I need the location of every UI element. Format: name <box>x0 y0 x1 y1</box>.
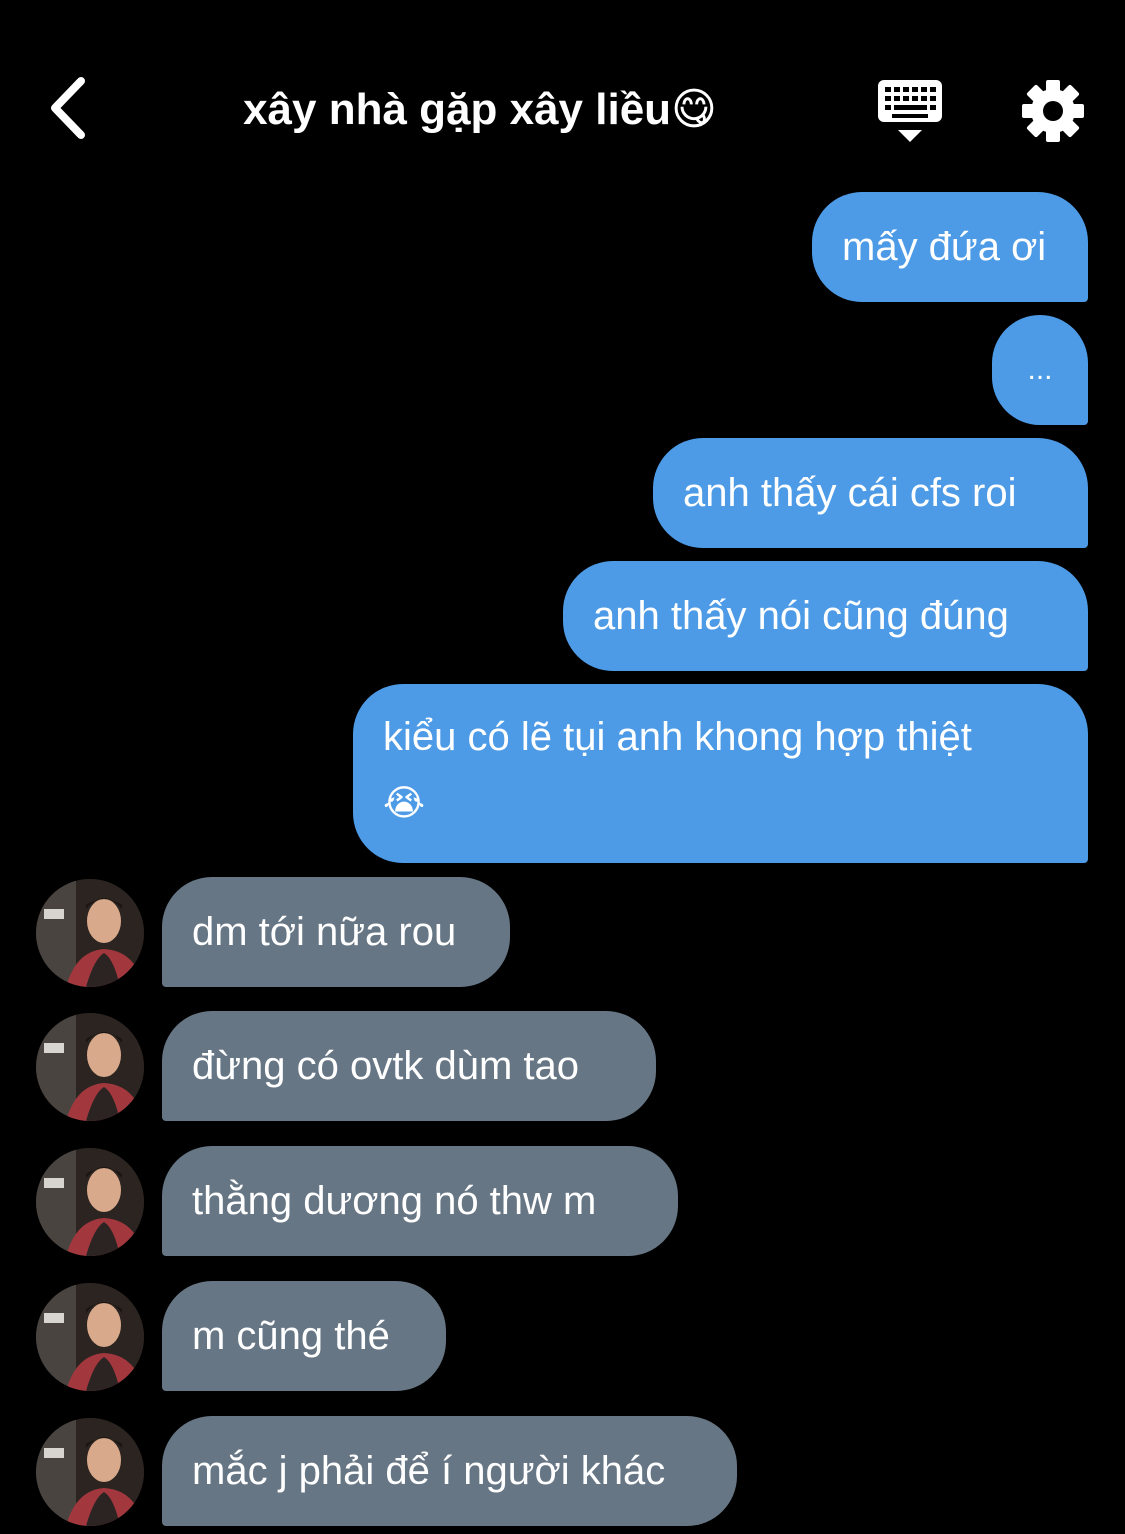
message-text: ... <box>1027 353 1053 386</box>
message-text: đừng có ovtk dùm tao <box>192 1044 579 1088</box>
outgoing-message-bubble[interactable]: mấy đứa ơi <box>812 192 1088 302</box>
avatar-photo-icon <box>36 1418 144 1526</box>
avatar[interactable] <box>36 1148 144 1256</box>
outgoing-message-bubble[interactable]: anh thấy nói cũng đúng <box>563 561 1088 671</box>
gear-icon <box>1022 80 1084 142</box>
avatar[interactable] <box>36 1283 144 1391</box>
incoming-message-bubble[interactable]: đừng có ovtk dùm tao <box>162 1011 656 1121</box>
avatar-photo-icon <box>36 1148 144 1256</box>
outgoing-message-bubble[interactable]: anh thấy cái cfs roi <box>653 438 1088 548</box>
avatar[interactable] <box>36 1013 144 1121</box>
emoji: 😭 <box>383 782 426 823</box>
chat-title: xây nhà gặp xây liều😋 <box>243 85 717 134</box>
incoming-message-row: thằng dương nó thw m <box>0 1146 1125 1256</box>
message-text: m cũng thé <box>192 1314 390 1358</box>
avatar-photo-icon <box>36 1013 144 1121</box>
keyboard-dismiss-icon <box>878 80 942 142</box>
incoming-message-bubble[interactable]: mắc j phải để í người khác <box>162 1416 737 1526</box>
message-text: anh thấy cái cfs roi <box>683 471 1017 515</box>
message-text: mấy đứa ơi <box>842 225 1047 269</box>
chat-header: xây nhà gặp xây liều😋 <box>0 0 1125 190</box>
avatar[interactable] <box>36 879 144 987</box>
keyboard-button[interactable] <box>872 76 948 146</box>
outgoing-message-bubble[interactable]: kiểu có lẽ tụi anh khong hợp thiệt 😭 <box>353 684 1088 863</box>
incoming-message-row: đừng có ovtk dùm tao <box>0 1011 1125 1121</box>
chevron-left-icon <box>51 77 85 139</box>
back-button[interactable] <box>30 68 110 148</box>
avatar-photo-icon <box>36 879 144 987</box>
incoming-message-bubble[interactable]: dm tới nữa rou <box>162 877 510 987</box>
avatar[interactable] <box>36 1418 144 1526</box>
incoming-message-row: dm tới nữa rou <box>0 877 1125 987</box>
message-text: thằng dương nó thw m <box>192 1179 597 1223</box>
message-text: mắc j phải để í người khác <box>192 1449 666 1493</box>
incoming-message-bubble[interactable]: m cũng thé <box>162 1281 446 1391</box>
incoming-message-bubble[interactable]: thằng dương nó thw m <box>162 1146 678 1256</box>
incoming-message-row: mắc j phải để í người khác <box>0 1416 1125 1526</box>
avatar-photo-icon <box>36 1283 144 1391</box>
settings-button[interactable] <box>1018 76 1088 146</box>
message-text: dm tới nữa rou <box>192 910 457 954</box>
incoming-message-row: m cũng thé <box>0 1281 1125 1391</box>
message-text: kiểu có lẽ tụi anh khong hợp thiệt <box>383 715 972 759</box>
message-text: anh thấy nói cũng đúng <box>593 594 1009 638</box>
outgoing-message-bubble[interactable]: ... <box>992 315 1088 425</box>
